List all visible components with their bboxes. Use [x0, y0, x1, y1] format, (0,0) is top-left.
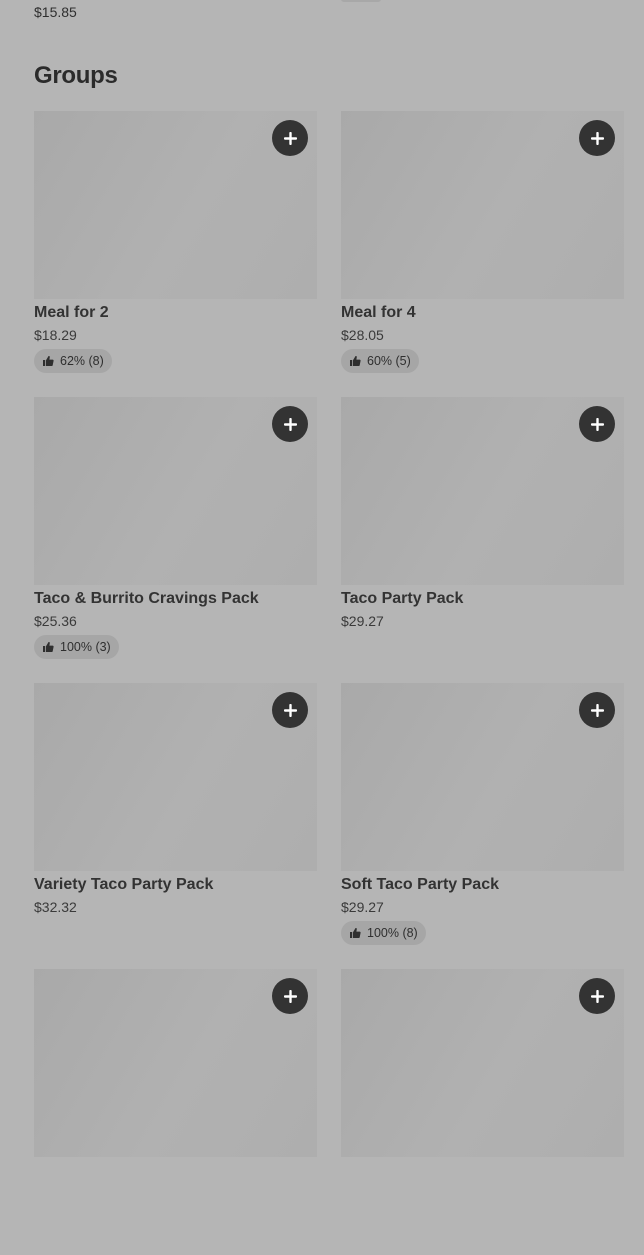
plus-icon [590, 703, 604, 717]
item-image[interactable] [341, 683, 624, 871]
rating-text: 62% (8) [60, 354, 104, 368]
add-to-cart-button[interactable] [272, 692, 308, 728]
menu-item-card[interactable] [341, 969, 624, 1255]
item-image[interactable] [34, 683, 317, 871]
rating-badge: 100% (8) [341, 921, 426, 945]
menu-item-card[interactable]: Taco Party Pack $29.27 [341, 397, 624, 683]
rating-badge: 100% (3) [34, 635, 119, 659]
thumbs-up-icon [43, 642, 54, 652]
plus-icon [283, 989, 297, 1003]
item-price: $32.32 [34, 899, 77, 915]
rating-badge: 60% (5) [341, 349, 419, 373]
menu-item-card[interactable]: Meal for 4 $28.05 60% (5) [341, 111, 624, 397]
rating-text: 60% (5) [367, 354, 411, 368]
item-name[interactable]: Soft Taco Party Pack [341, 876, 624, 894]
item-name[interactable]: Variety Taco Party Pack [34, 876, 317, 894]
menu-item-card[interactable] [34, 969, 317, 1255]
item-price: $18.29 [34, 327, 77, 343]
item-image[interactable] [34, 969, 317, 1157]
item-price: $29.27 [341, 899, 384, 915]
rating-text: 100% (3) [60, 640, 111, 654]
thumbs-up-icon [43, 356, 54, 366]
item-price: $28.05 [341, 327, 384, 343]
rating-text: 100% (8) [367, 926, 418, 940]
plus-icon [283, 131, 297, 145]
thumbs-up-icon [350, 356, 361, 366]
add-to-cart-button[interactable] [579, 692, 615, 728]
item-image[interactable] [34, 397, 317, 585]
thumbs-up-icon [350, 928, 361, 938]
item-price: $25.36 [34, 613, 77, 629]
menu-item-card[interactable]: Variety Taco Party Pack $32.32 [34, 683, 317, 969]
item-image[interactable] [341, 111, 624, 299]
plus-icon [283, 417, 297, 431]
item-image[interactable] [341, 969, 624, 1157]
item-price: $29.27 [341, 613, 384, 629]
add-to-cart-button[interactable] [272, 120, 308, 156]
add-to-cart-button[interactable] [579, 406, 615, 442]
add-to-cart-button[interactable] [579, 120, 615, 156]
add-to-cart-button[interactable] [272, 406, 308, 442]
item-name[interactable]: Meal for 2 [34, 304, 317, 322]
plus-icon [590, 417, 604, 431]
item-name[interactable]: Meal for 4 [341, 304, 624, 322]
add-to-cart-button[interactable] [579, 978, 615, 1014]
plus-icon [283, 703, 297, 717]
item-image[interactable] [341, 397, 624, 585]
rating-badge: 62% (8) [34, 349, 112, 373]
previous-item-label [341, 0, 381, 2]
menu-grid: Meal for 2 $18.29 62% (8) Meal for 4 $28… [34, 111, 624, 1255]
plus-icon [590, 131, 604, 145]
menu-item-card[interactable]: Soft Taco Party Pack $29.27 100% (8) [341, 683, 624, 969]
add-to-cart-button[interactable] [272, 978, 308, 1014]
menu-item-card[interactable]: Taco & Burrito Cravings Pack $25.36 100%… [34, 397, 317, 683]
section-title: Groups [34, 62, 118, 89]
item-name[interactable]: Taco & Burrito Cravings Pack [34, 590, 317, 608]
plus-icon [590, 989, 604, 1003]
item-name[interactable]: Taco Party Pack [341, 590, 624, 608]
previous-item-price: $15.85 [34, 4, 77, 20]
menu-item-card[interactable]: Meal for 2 $18.29 62% (8) [34, 111, 317, 397]
item-image[interactable] [34, 111, 317, 299]
